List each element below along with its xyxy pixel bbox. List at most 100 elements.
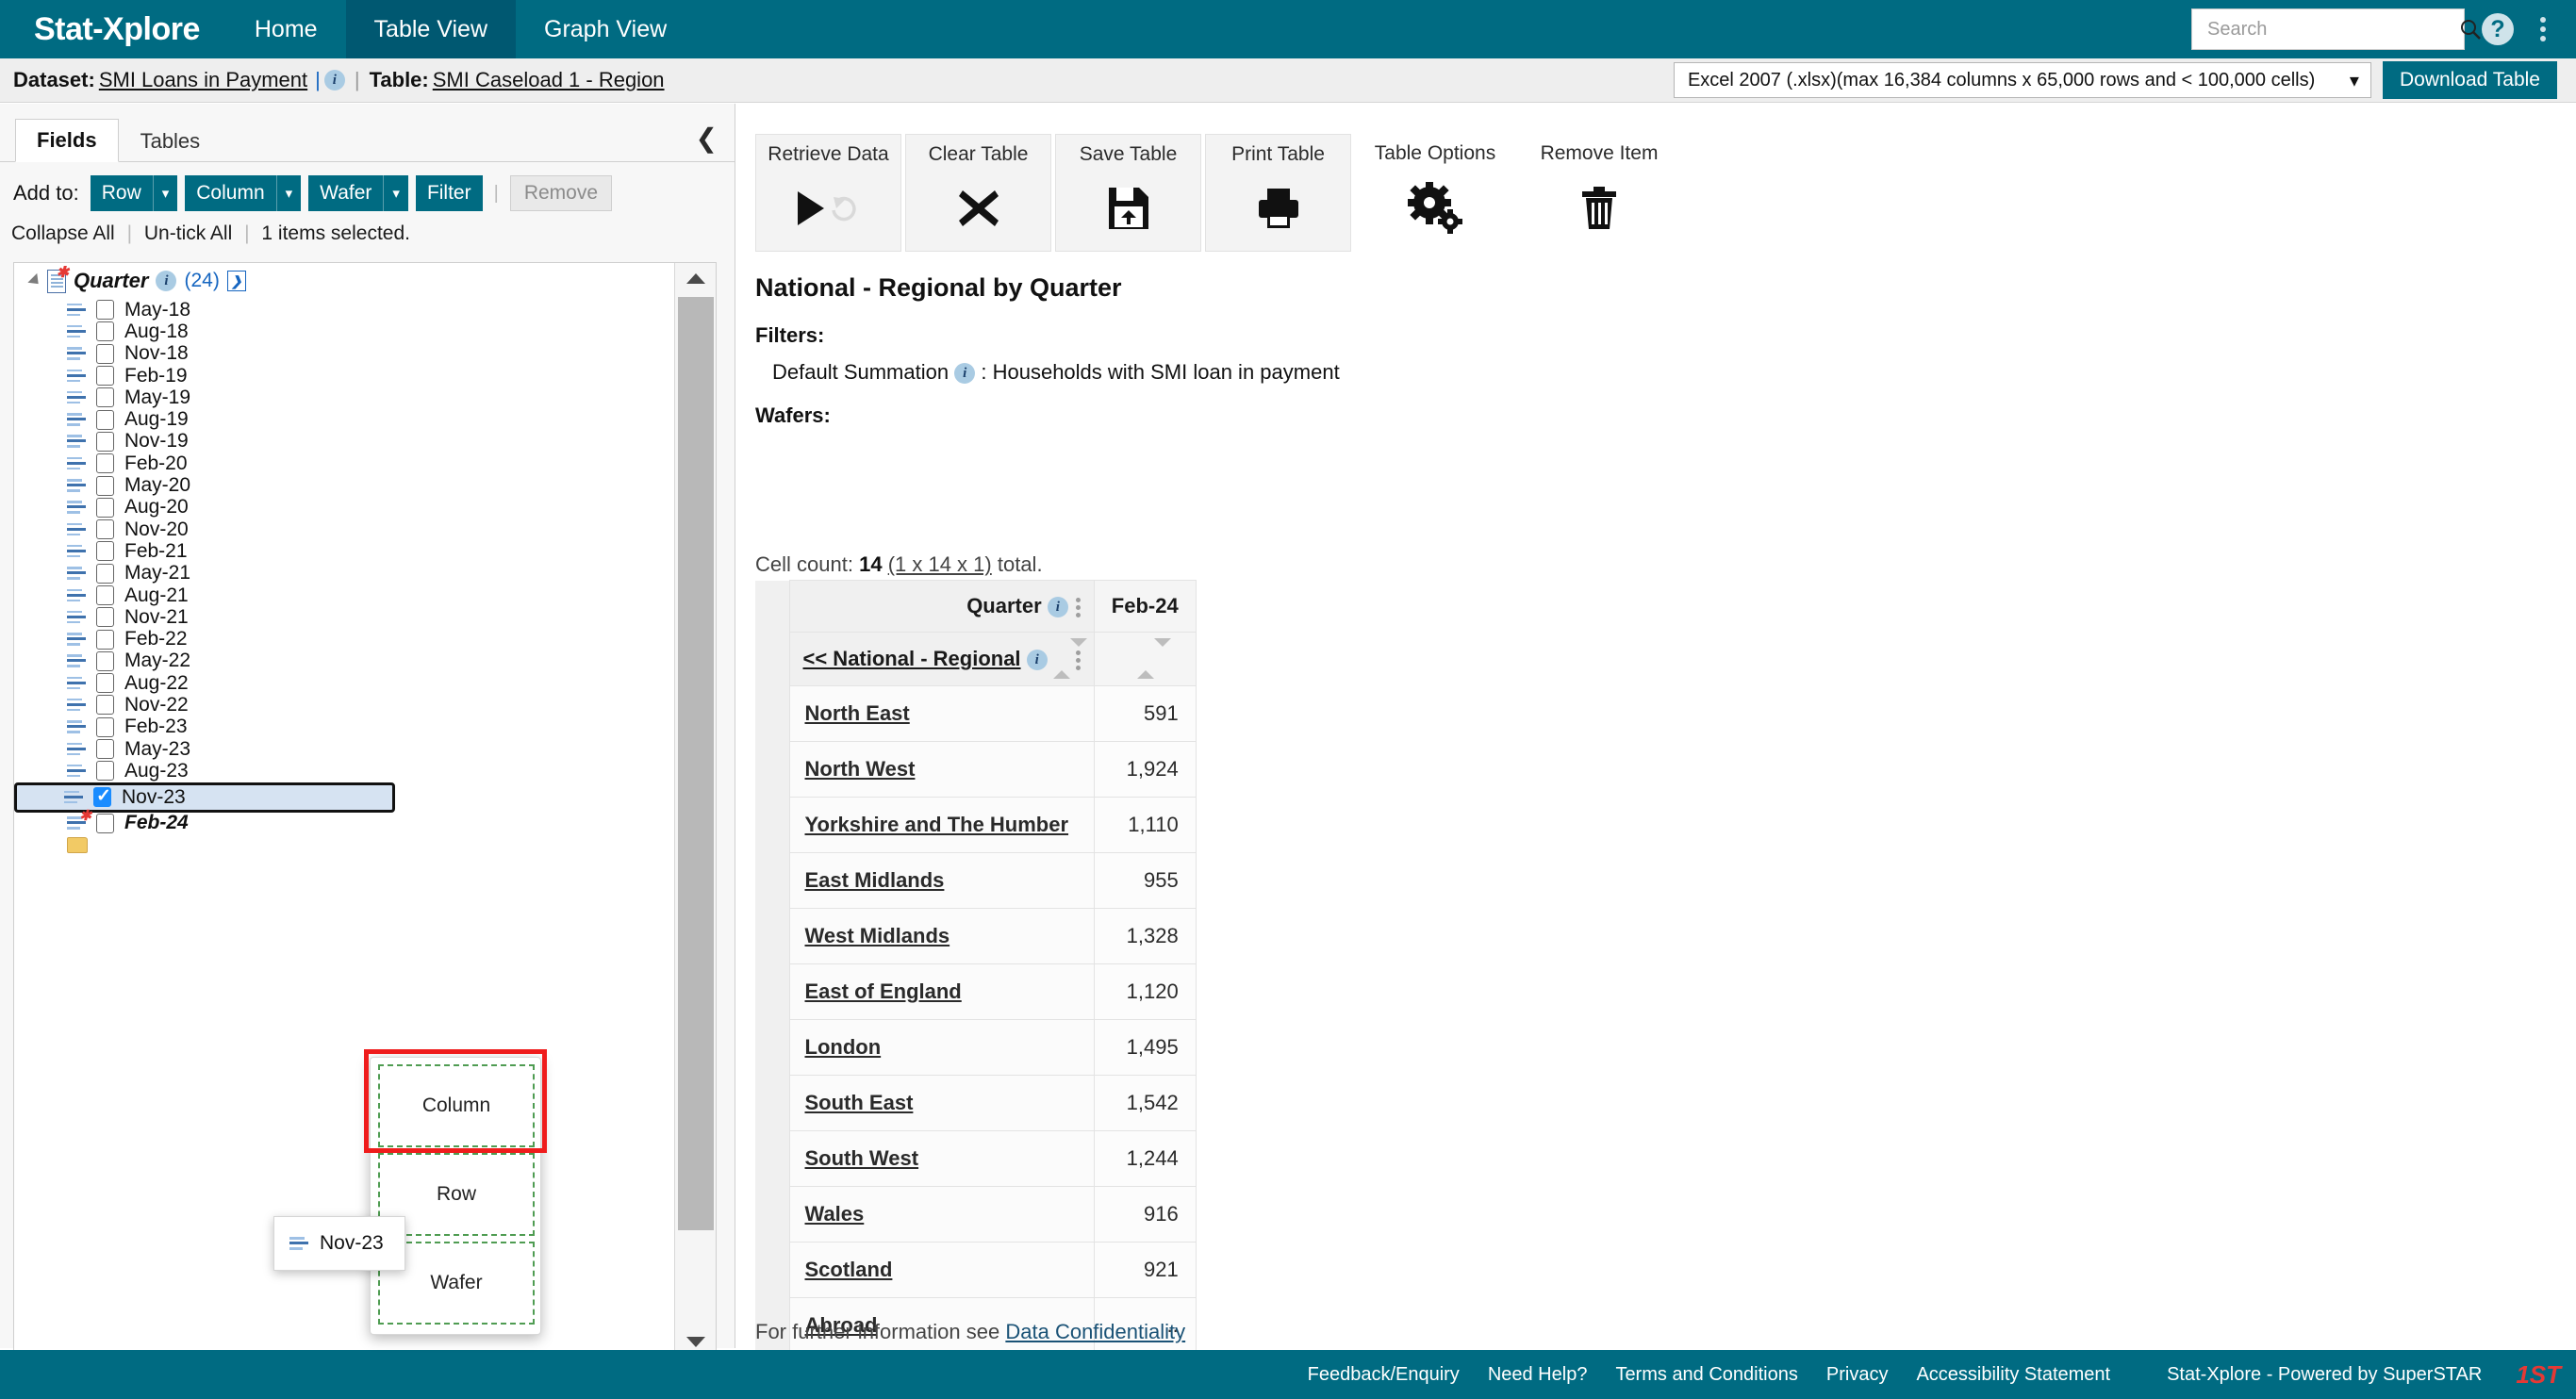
checkbox-nov-23[interactable] [93,785,111,808]
tree-item-feb-23[interactable]: Feb-23 [14,716,674,738]
field-info-icon[interactable]: i [1047,597,1068,618]
table-name-link[interactable]: SMI Caseload 1 - Region [433,68,665,92]
tree-item-may-22[interactable]: May-22 [14,650,674,672]
row-label-link[interactable]: East of England [805,979,962,1003]
tree-item-nov-23[interactable]: Nov-23 [14,782,395,813]
field-info-icon[interactable]: i [1026,650,1048,671]
checkbox-feb-21[interactable] [96,541,114,562]
footer-link-accessibility[interactable]: Accessibility Statement [1916,1364,2110,1386]
tree-item-aug-19[interactable]: Aug-19 [14,408,674,430]
checkbox-may-20[interactable] [96,475,114,496]
tree-item-feb-22[interactable]: Feb-22 [14,628,674,650]
nav-tab-table-view[interactable]: Table View [345,0,516,58]
column-sort-0[interactable] [1093,632,1197,686]
tree-item-nov-21[interactable]: Nov-21 [14,606,674,628]
checkbox-nov-20[interactable] [96,519,114,540]
add-to-column-button[interactable]: Column ▾ [185,175,302,211]
checkbox-aug-22[interactable] [96,673,114,694]
tree-scrollbar[interactable] [674,263,716,1357]
dataset-name-link[interactable]: SMI Loans in Payment [99,68,307,92]
remove-item-button[interactable]: Remove Item [1519,134,1679,252]
tree-item-may-23[interactable]: May-23 [14,738,674,760]
clear-table-button[interactable]: Clear Table [905,134,1051,252]
tree-item-aug-18[interactable]: Aug-18 [14,321,674,342]
tree-item-aug-20[interactable]: Aug-20 [14,496,674,518]
checkbox-feb-24[interactable] [96,813,114,833]
sort-icon[interactable] [1137,638,1172,679]
checkbox-aug-18[interactable] [96,321,114,342]
save-table-button[interactable]: Save Table [1055,134,1201,252]
checkbox-may-18[interactable] [96,300,114,321]
tree-item-may-19[interactable]: May-19 [14,387,674,408]
checkbox-may-22[interactable] [96,650,114,671]
retrieve-data-button[interactable]: Retrieve Data [755,134,901,252]
chevron-down-icon[interactable]: ▾ [275,175,302,211]
checkbox-aug-19[interactable] [96,409,114,430]
checkbox-nov-18[interactable] [96,343,114,364]
collapse-triangle-icon[interactable] [27,272,43,289]
checkbox-feb-23[interactable] [96,716,114,737]
tree-item-feb-24[interactable]: ✱ Feb-24 [14,809,674,834]
tree-item-feb-20[interactable]: Feb-20 [14,453,674,474]
remove-button[interactable]: Remove [509,175,613,211]
add-to-wafer-button[interactable]: Wafer ▾ [308,175,408,211]
row-label-link[interactable]: London [805,1035,882,1059]
drop-zone-column[interactable]: Column [378,1064,535,1147]
more-vertical-icon[interactable] [2531,13,2555,45]
row-label-link[interactable]: South East [805,1091,914,1114]
checkbox-may-23[interactable] [96,739,114,760]
data-confidentiality-link[interactable]: Data Confidentiality [1005,1320,1185,1343]
quarter-info-icon[interactable]: i [156,271,177,291]
global-search[interactable] [2191,8,2481,50]
checkbox-feb-22[interactable] [96,629,114,650]
row-label-link[interactable]: North West [805,757,916,781]
cell-count-dims[interactable]: (1 x 14 x 1) [888,552,992,576]
add-to-row-button[interactable]: Row ▾ [90,175,178,211]
chevron-down-icon[interactable]: ▾ [152,175,178,211]
checkbox-may-19[interactable] [96,387,114,408]
row-label-link[interactable]: Yorkshire and The Humber [805,813,1069,836]
footer-link-privacy[interactable]: Privacy [1826,1364,1889,1386]
help-icon[interactable]: ? [2482,13,2514,45]
row-label-link[interactable]: Scotland [805,1258,893,1281]
search-input[interactable] [2205,17,2459,41]
print-table-button[interactable]: Print Table [1205,134,1351,252]
tab-fields[interactable]: Fields [15,119,119,162]
tree-item-may-21[interactable]: May-21 [14,562,674,584]
tab-tables[interactable]: Tables [119,120,223,162]
nav-tab-graph-view[interactable]: Graph View [516,0,695,58]
row-label-link[interactable]: West Midlands [805,924,950,947]
tree-item-may-18[interactable]: May-18 [14,299,674,321]
checkbox-nov-21[interactable] [96,607,114,628]
tree-item-feb-19[interactable]: Feb-19 [14,365,674,387]
collapse-all-link[interactable]: Collapse All [11,222,115,244]
column-header-0[interactable]: Feb-24 [1093,580,1197,633]
checkbox-nov-19[interactable] [96,431,114,452]
tree-item-nov-22[interactable]: Nov-22 [14,694,674,716]
chevron-left-icon[interactable]: ❮ [696,123,718,154]
row-label-link[interactable]: Wales [805,1202,865,1226]
footer-link-need-help[interactable]: Need Help? [1488,1364,1588,1386]
download-format-select[interactable]: Excel 2007 (.xlsx)(max 16,384 columns x … [1673,62,2371,98]
checkbox-aug-23[interactable] [96,761,114,782]
expand-field-icon[interactable]: ❯ [226,271,246,291]
checkbox-may-21[interactable] [96,563,114,584]
download-table-button[interactable]: Download Table [2382,61,2557,99]
checkbox-aug-21[interactable] [96,585,114,605]
tree-item-nov-19[interactable]: Nov-19 [14,430,674,453]
column-menu-icon[interactable] [1075,597,1081,617]
tree-root-quarter[interactable]: ✱ Quarter i (24) ❯ [14,263,674,299]
row-label-link[interactable]: East Midlands [805,868,945,892]
filter-info-icon[interactable]: i [954,363,976,385]
add-to-filter-button[interactable]: Filter [415,175,483,211]
tree-item-aug-22[interactable]: Aug-22 [14,672,674,694]
checkbox-nov-22[interactable] [96,695,114,716]
tree-item-aug-21[interactable]: Aug-21 [14,584,674,606]
tree-item-may-20[interactable]: May-20 [14,474,674,496]
table-options-button[interactable]: Table Options [1355,134,1515,252]
column-menu-icon[interactable] [1075,650,1081,670]
scroll-up-arrow-icon[interactable] [675,263,716,293]
row-label-link[interactable]: North East [805,701,910,725]
chevron-down-icon[interactable]: ▾ [383,175,408,211]
search-icon[interactable] [2459,18,2482,41]
